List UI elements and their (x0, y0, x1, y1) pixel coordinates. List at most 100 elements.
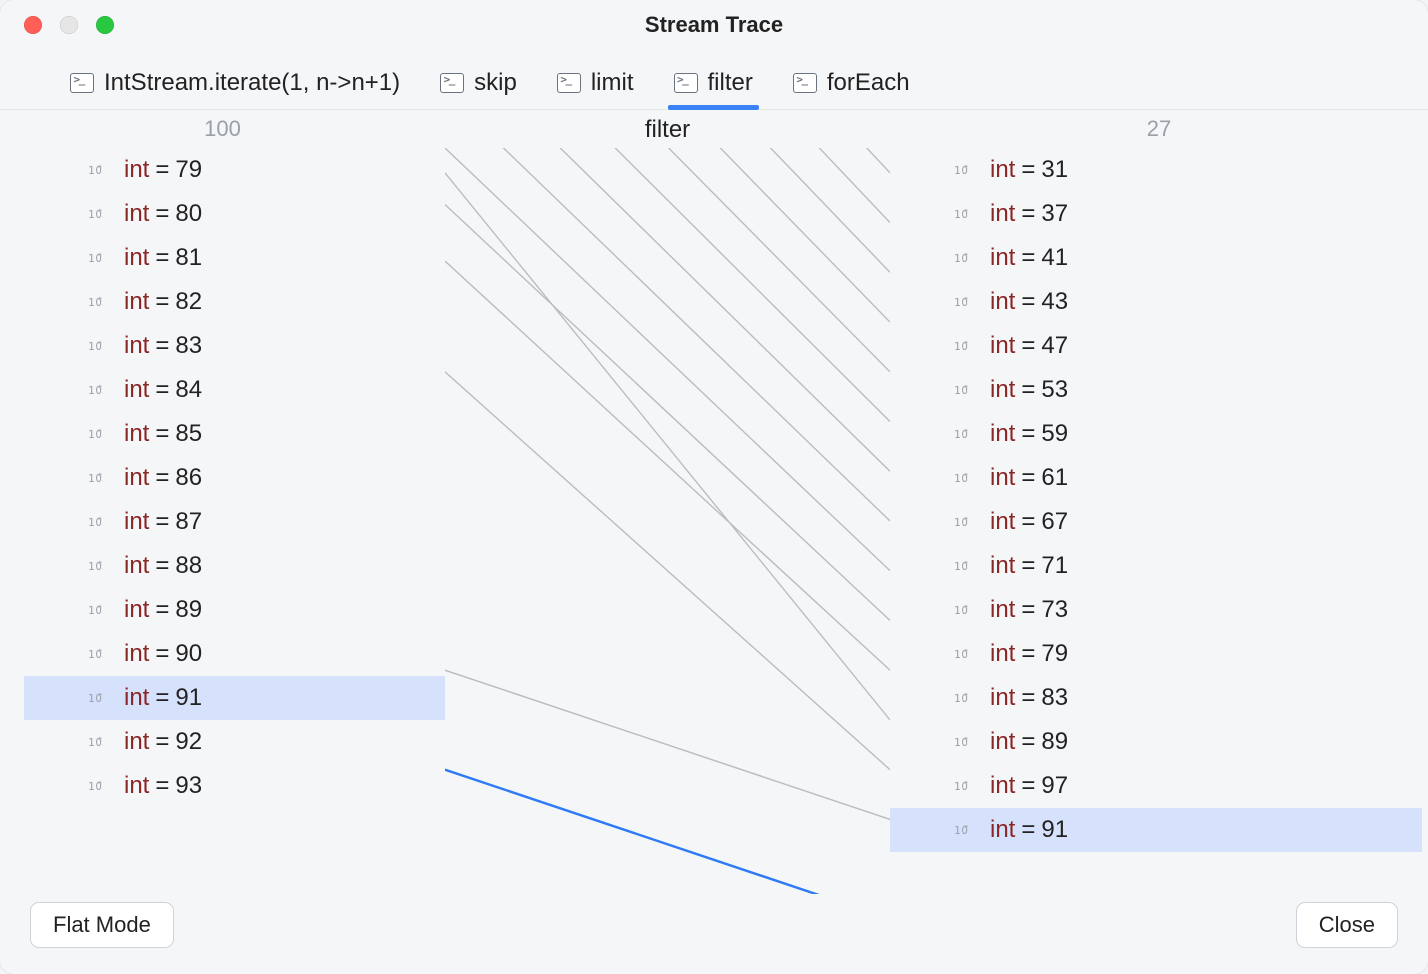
operation-label: filter (445, 110, 890, 148)
value-type: int (990, 596, 1015, 624)
output-value-row[interactable]: int=31 (890, 148, 1422, 192)
equals-sign: = (1021, 200, 1035, 228)
output-value-row[interactable]: int=61 (890, 456, 1422, 500)
input-value-row[interactable]: int=87 (24, 500, 445, 544)
value-number: 91 (1041, 816, 1068, 844)
output-value-row[interactable]: int=83 (890, 676, 1422, 720)
flat-mode-button[interactable]: Flat Mode (30, 902, 174, 948)
value-type: int (990, 376, 1015, 404)
value-type: int (990, 640, 1015, 668)
output-value-row[interactable]: int=43 (890, 280, 1422, 324)
minimize-window-button[interactable] (60, 16, 78, 34)
input-value-row[interactable]: int=84 (24, 368, 445, 412)
tab-limit[interactable]: limit (557, 69, 634, 109)
tab-intstream-iterate-1-n-n-1-[interactable]: IntStream.iterate(1, n->n+1) (70, 69, 400, 109)
value-number: 85 (175, 420, 202, 448)
zoom-window-button[interactable] (96, 16, 114, 34)
input-value-row[interactable]: int=93 (24, 764, 445, 808)
value-type: int (990, 200, 1015, 228)
output-value-row[interactable]: int=59 (890, 412, 1422, 456)
input-value-row[interactable]: int=86 (24, 456, 445, 500)
value-type: int (124, 508, 149, 536)
console-icon (440, 73, 464, 93)
input-value-row[interactable]: int=81 (24, 236, 445, 280)
tab-filter[interactable]: filter (674, 69, 753, 109)
value-type: int (990, 508, 1015, 536)
equals-sign: = (1021, 244, 1035, 272)
input-value-row[interactable]: int=92 (24, 720, 445, 764)
value-number: 53 (1041, 376, 1068, 404)
binary-icon (88, 562, 112, 571)
binary-icon (88, 738, 112, 747)
output-value-row[interactable]: int=37 (890, 192, 1422, 236)
input-value-row[interactable]: int=90 (24, 632, 445, 676)
output-value-row[interactable]: int=53 (890, 368, 1422, 412)
value-number: 80 (175, 200, 202, 228)
close-window-button[interactable] (24, 16, 42, 34)
binary-icon (88, 650, 112, 659)
output-value-row[interactable]: int=79 (890, 632, 1422, 676)
value-number: 41 (1041, 244, 1068, 272)
input-value-row[interactable]: int=85 (24, 412, 445, 456)
output-values-column[interactable]: int=31int=37int=41int=43int=47int=53int=… (890, 148, 1428, 894)
binary-icon (954, 386, 978, 395)
binary-icon (88, 342, 112, 351)
value-number: 37 (1041, 200, 1068, 228)
equals-sign: = (155, 464, 169, 492)
value-number: 71 (1041, 552, 1068, 580)
trace-body: int=79int=80int=81int=82int=83int=84int=… (0, 148, 1428, 894)
value-number: 47 (1041, 332, 1068, 360)
value-type: int (124, 332, 149, 360)
equals-sign: = (1021, 508, 1035, 536)
input-value-row[interactable]: int=80 (24, 192, 445, 236)
value-type: int (124, 684, 149, 712)
value-number: 43 (1041, 288, 1068, 316)
binary-icon (954, 166, 978, 175)
output-value-row[interactable]: int=97 (890, 764, 1422, 808)
equals-sign: = (155, 420, 169, 448)
input-value-row[interactable]: int=79 (24, 148, 445, 192)
titlebar: Stream Trace (0, 0, 1428, 50)
value-type: int (990, 552, 1015, 580)
value-type: int (124, 640, 149, 668)
input-value-row[interactable]: int=83 (24, 324, 445, 368)
value-number: 93 (175, 772, 202, 800)
value-number: 73 (1041, 596, 1068, 624)
value-type: int (990, 156, 1015, 184)
output-value-row[interactable]: int=71 (890, 544, 1422, 588)
close-button[interactable]: Close (1296, 902, 1398, 948)
output-value-row[interactable]: int=67 (890, 500, 1422, 544)
equals-sign: = (155, 684, 169, 712)
input-value-row[interactable]: int=89 (24, 588, 445, 632)
binary-icon (954, 782, 978, 791)
value-number: 97 (1041, 772, 1068, 800)
binary-icon (954, 694, 978, 703)
input-value-row[interactable]: int=88 (24, 544, 445, 588)
output-value-row[interactable]: int=89 (890, 720, 1422, 764)
equals-sign: = (1021, 684, 1035, 712)
output-value-row[interactable]: int=47 (890, 324, 1422, 368)
binary-icon (954, 474, 978, 483)
tab-foreach[interactable]: forEach (793, 69, 910, 109)
value-number: 90 (175, 640, 202, 668)
value-type: int (124, 772, 149, 800)
output-value-row[interactable]: int=73 (890, 588, 1422, 632)
input-value-row[interactable]: int=82 (24, 280, 445, 324)
equals-sign: = (155, 596, 169, 624)
equals-sign: = (155, 332, 169, 360)
tab-skip[interactable]: skip (440, 69, 517, 109)
value-type: int (124, 552, 149, 580)
output-count-label: 27 (890, 110, 1428, 148)
binary-icon (954, 650, 978, 659)
binary-icon (954, 298, 978, 307)
input-values-column[interactable]: int=79int=80int=81int=82int=83int=84int=… (0, 148, 445, 894)
value-type: int (124, 596, 149, 624)
equals-sign: = (155, 772, 169, 800)
value-number: 89 (1041, 728, 1068, 756)
binary-icon (88, 386, 112, 395)
output-value-row[interactable]: int=91 (890, 808, 1422, 852)
input-value-row[interactable]: int=91 (24, 676, 445, 720)
equals-sign: = (1021, 288, 1035, 316)
binary-icon (954, 254, 978, 263)
output-value-row[interactable]: int=41 (890, 236, 1422, 280)
